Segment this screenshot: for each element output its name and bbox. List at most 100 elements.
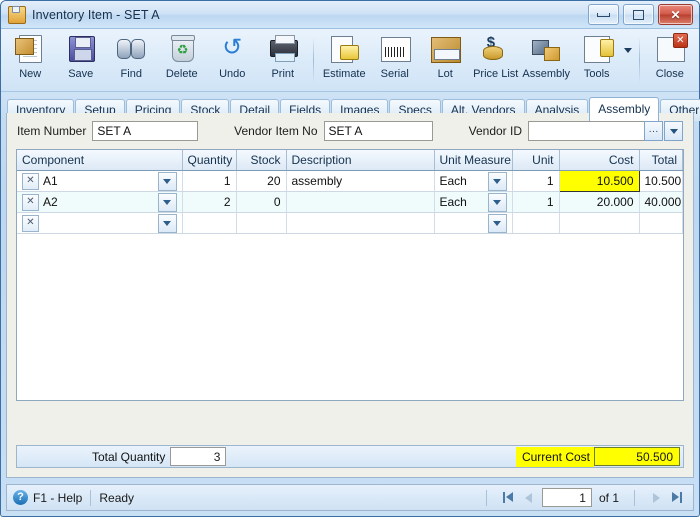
vendor-id-lookup-button[interactable]: ··· <box>644 121 663 141</box>
minimize-button[interactable] <box>588 4 619 25</box>
total-quantity-label: Total Quantity <box>92 449 166 464</box>
cell-stock: 20 <box>236 170 287 192</box>
toolbar-button-delete[interactable]: Delete <box>157 31 208 91</box>
vendor-item-no-input[interactable]: SET A <box>323 121 433 141</box>
floppy-disk-icon <box>64 34 98 65</box>
toolbar-button-find[interactable]: Find <box>106 31 157 91</box>
item-number-input[interactable]: SET A <box>92 121 199 141</box>
close-button[interactable]: ✕ <box>658 4 693 25</box>
toolbar-label: Tools <box>583 68 610 80</box>
toolbar-button-undo[interactable]: ↺ Undo <box>207 31 258 91</box>
component-dropdown-button[interactable] <box>157 213 177 233</box>
column-header-quantity[interactable]: Quantity <box>182 150 237 171</box>
current-cost-value: 50.500 <box>594 447 680 466</box>
toolbar-button-close[interactable]: Close <box>645 31 696 91</box>
cell-quantity[interactable] <box>182 212 237 234</box>
tools-icon <box>580 34 614 65</box>
toolbar-button-tools[interactable]: Tools <box>571 31 622 91</box>
table-row[interactable]: ✕ A1 1 20 assembly Each 1 10.500 10.500 <box>17 170 683 192</box>
previous-record-button[interactable] <box>522 491 535 505</box>
vendor-id-dropdown-button[interactable] <box>664 121 683 141</box>
previous-record-icon <box>524 492 532 503</box>
first-record-button[interactable] <box>502 491 515 505</box>
column-header-total[interactable]: Total <box>639 150 683 171</box>
cell-cost[interactable]: 10.500 <box>558 170 640 192</box>
column-header-description[interactable]: Description <box>286 150 435 171</box>
last-record-button[interactable] <box>670 491 683 505</box>
toolbar-button-serial[interactable]: Serial <box>369 31 420 91</box>
toolbar-label: New <box>19 68 42 80</box>
unit-measure-dropdown-button[interactable] <box>487 192 507 212</box>
tools-dropdown-button[interactable] <box>622 31 634 91</box>
recycle-bin-icon <box>165 34 199 65</box>
table-row[interactable]: ✕ A2 2 0 Each 1 20.000 40.000 <box>17 191 683 213</box>
cell-cost[interactable]: 20.000 <box>559 191 640 213</box>
unit-measure-dropdown-button[interactable] <box>487 213 507 233</box>
table-row[interactable]: ✕ <box>17 212 683 234</box>
toolbar-button-lot[interactable]: Lot <box>420 31 471 91</box>
unit-measure-dropdown-button[interactable] <box>487 171 507 191</box>
close-window-icon <box>653 33 688 65</box>
row-delete-button[interactable]: ✕ <box>22 214 39 232</box>
total-quantity-value: 3 <box>170 447 227 466</box>
toolbar-label: Find <box>120 68 142 80</box>
cell-cost[interactable] <box>559 212 640 234</box>
next-record-button[interactable] <box>650 491 663 505</box>
row-delete-button[interactable]: ✕ <box>22 172 39 190</box>
column-header-stock[interactable]: Stock <box>236 150 287 171</box>
help-label[interactable]: F1 - Help <box>33 491 82 505</box>
record-navigator: 1 of 1 <box>478 488 687 507</box>
assembly-icon <box>529 34 563 65</box>
binoculars-icon <box>114 34 148 65</box>
toolbar-button-save[interactable]: Save <box>56 31 107 91</box>
current-cost-label: Current Cost <box>515 446 594 467</box>
cell-description[interactable]: assembly <box>286 170 435 192</box>
vendor-item-no-label: Vendor Item No <box>234 124 318 138</box>
grid-header-row: Component Quantity Stock Description Uni… <box>17 150 683 171</box>
nav-separator <box>634 489 635 506</box>
cell-component[interactable]: ✕ A2 <box>17 191 183 213</box>
component-dropdown-button[interactable] <box>157 171 177 191</box>
column-header-unit[interactable]: Unit <box>512 150 560 171</box>
toolbar-button-print[interactable]: Print <box>258 31 309 91</box>
cell-quantity[interactable]: 1 <box>182 170 237 192</box>
cell-quantity[interactable]: 2 <box>182 191 237 213</box>
component-dropdown-button[interactable] <box>157 192 177 212</box>
record-count-label: of 1 <box>598 490 619 505</box>
restore-button[interactable] <box>623 4 654 25</box>
cell-unit-measure[interactable]: Each <box>434 191 513 213</box>
vendor-id-label: Vendor ID <box>468 124 522 138</box>
cell-component[interactable]: ✕ <box>17 212 183 234</box>
toolbar-label: Serial <box>380 68 409 80</box>
last-record-icon <box>671 492 682 503</box>
toolbar-button-assembly[interactable]: Assembly <box>521 31 572 91</box>
cell-unit[interactable]: 1 <box>512 170 560 192</box>
vendor-id-input[interactable] <box>528 121 644 141</box>
vendor-id-combo: ··· <box>528 121 683 141</box>
cell-unit[interactable]: 1 <box>512 191 560 213</box>
toolbar-button-new[interactable]: New <box>5 31 56 91</box>
printer-icon <box>266 34 300 65</box>
tab-assembly[interactable]: Assembly <box>589 97 660 121</box>
cell-unit-measure[interactable]: Each <box>434 170 513 192</box>
minimize-icon <box>597 12 610 17</box>
column-header-cost[interactable]: Cost <box>559 150 640 171</box>
window-controls: ✕ <box>588 4 696 25</box>
row-delete-button[interactable]: ✕ <box>22 193 39 211</box>
cell-description[interactable] <box>286 191 435 213</box>
help-icon[interactable]: ? <box>13 490 28 505</box>
column-header-component[interactable]: Component <box>17 150 183 171</box>
cell-total <box>639 212 683 234</box>
unit-measure-value: Each <box>439 174 467 188</box>
cell-unit-measure[interactable] <box>434 212 513 234</box>
cell-component[interactable]: ✕ A1 <box>17 170 183 192</box>
inventory-item-icon <box>8 5 26 24</box>
components-grid[interactable]: Component Quantity Stock Description Uni… <box>16 149 684 401</box>
cell-unit[interactable] <box>512 212 560 234</box>
toolbar-button-estimate[interactable]: Estimate <box>319 31 370 91</box>
cell-description[interactable] <box>286 212 435 234</box>
column-header-unit-measure[interactable]: Unit Measure <box>434 150 513 171</box>
toolbar-button-price-list[interactable]: Price List <box>470 31 521 91</box>
price-list-icon <box>479 34 513 65</box>
record-number-input[interactable]: 1 <box>541 488 592 507</box>
